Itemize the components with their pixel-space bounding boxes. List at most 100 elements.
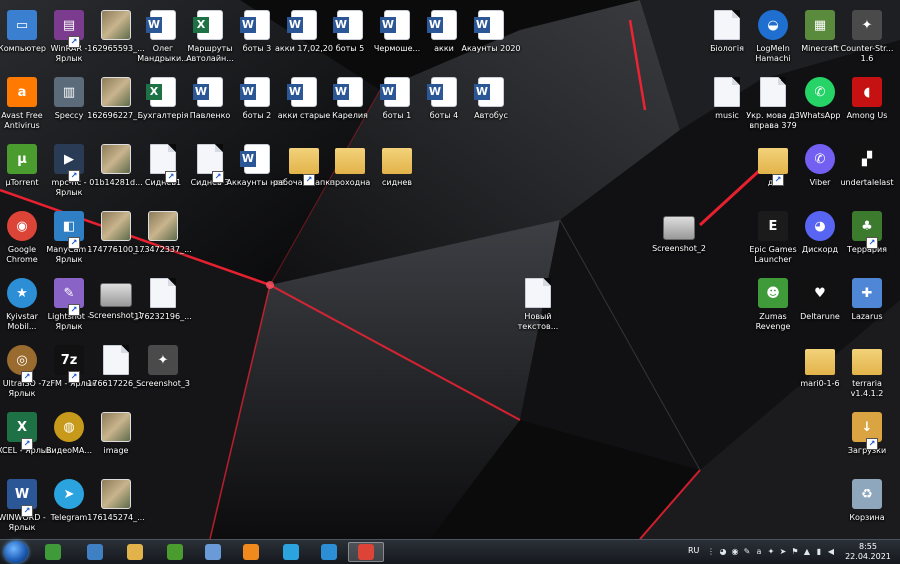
zuma-icon: ☻ xyxy=(758,278,788,308)
shortcut-arrow-icon: ↗ xyxy=(303,174,315,186)
desktop-icon-among-us[interactable]: ◖ Among Us xyxy=(836,73,898,137)
zuma-taskbar-icon[interactable] xyxy=(38,542,68,562)
tray-feather-icon[interactable]: ✦ xyxy=(766,547,776,557)
desktop-icon-label: Counter-Str... 1.6 xyxy=(840,44,894,63)
tray-discord-icon[interactable]: ◕ xyxy=(718,547,728,557)
desktop-icon-террария[interactable]: ♣ ↗ Террария xyxy=(836,207,898,271)
photo-icon xyxy=(101,412,131,442)
word-icon xyxy=(146,10,176,40)
photo-icon xyxy=(101,144,131,174)
desktop-icon-terraria-v1-4-1-2[interactable]: terraria v1.4.1.2 xyxy=(836,341,898,405)
word-icon xyxy=(240,144,270,174)
folder-icon: ↗ xyxy=(289,148,319,186)
desktop-icon-label: Among Us xyxy=(846,111,888,120)
media-player-glyph-icon xyxy=(243,544,259,560)
discord-icon: ◕ xyxy=(805,211,835,241)
paint-glyph-icon xyxy=(87,544,103,560)
desktop-icon-176145274[interactable]: 176145274_... xyxy=(85,475,147,539)
desktop-icon-автобус[interactable]: Автобус xyxy=(460,73,522,137)
desktop-icon-screenshot-3[interactable]: ✦ Screenshot_3 xyxy=(132,341,194,405)
system-clock[interactable]: 8:55 22.04.2021 xyxy=(840,542,896,562)
clock-date: 22.04.2021 xyxy=(845,552,891,561)
word-icon xyxy=(240,10,270,40)
start-button[interactable] xyxy=(4,541,28,563)
screen-icon xyxy=(100,283,132,307)
clock-time: 8:55 xyxy=(859,542,877,551)
tray-arrow-icon[interactable]: ▲ xyxy=(802,547,812,557)
recycle-icon: ♻ xyxy=(852,479,882,509)
desktop-icon-label: 173472337_... xyxy=(134,245,192,254)
word-icon xyxy=(380,10,410,40)
desktop-icon-label: Screenshot_3 xyxy=(136,379,190,388)
computer-icon: ▭ xyxy=(7,10,37,40)
cs-icon: ✦ xyxy=(148,345,178,375)
tray-telegram-icon[interactable]: ➤ xyxy=(778,547,788,557)
desktop-icon-lazarus[interactable]: ✚ Lazarus xyxy=(836,274,898,338)
shortcut-arrow-icon: ↗ xyxy=(68,170,80,182)
utorrent-icon: µ xyxy=(7,144,37,174)
shortcut-arrow-icon: ↗ xyxy=(866,438,878,450)
kyivstar-taskbar-icon[interactable] xyxy=(314,542,344,562)
sevenzip-icon: 7z ↗ xyxy=(54,345,84,383)
desktop-icon-label: Акаунты 2020 xyxy=(461,44,521,53)
word-icon xyxy=(380,77,410,107)
language-indicator[interactable]: RU xyxy=(688,546,699,555)
desktop-icon-загрузки[interactable]: ↓ ↗ Загрузки xyxy=(836,408,898,472)
desktop-icon-counter-str-1-6[interactable]: ✦ Counter-Str... 1.6 xyxy=(836,6,898,70)
desktop-icon-label: undertalelast xyxy=(840,178,894,187)
desktop-icon-176232196[interactable]: 176232196_... xyxy=(132,274,194,338)
tray-volume-icon[interactable]: ◀ xyxy=(826,547,836,557)
tray-hidden-icon-1[interactable]: ⋮ xyxy=(706,547,716,557)
undertale-icon: ▞ xyxy=(852,144,882,174)
folder-icon xyxy=(805,349,835,375)
zuma-glyph-icon xyxy=(45,544,61,560)
tray-chrome-icon[interactable]: ◉ xyxy=(730,547,740,557)
media-player-taskbar-icon[interactable] xyxy=(236,542,266,562)
paint-taskbar-icon[interactable] xyxy=(80,542,110,562)
word-icon xyxy=(474,10,504,40)
desktop-icon-undertalelast[interactable]: ▞ undertalelast xyxy=(836,140,898,204)
utorrent-taskbar-icon[interactable] xyxy=(160,542,190,562)
desktop-icon-label: Автобус xyxy=(474,111,508,120)
word-icon xyxy=(333,77,363,107)
shortcut-arrow-icon: ↗ xyxy=(772,174,784,186)
folder-icon xyxy=(382,148,412,174)
desktop-icon-label: 176232196_... xyxy=(134,312,192,321)
desktop-icon-акаунты-2020[interactable]: Акаунты 2020 xyxy=(460,6,522,70)
epic-icon: E xyxy=(758,211,788,241)
tray-flag-icon[interactable]: ⚑ xyxy=(790,547,800,557)
excelapp-icon: X ↗ xyxy=(7,412,37,450)
desktop-icon-label: image xyxy=(103,446,129,455)
shortcut-arrow-icon: ↗ xyxy=(68,371,80,383)
shortcut-arrow-icon: ↗ xyxy=(165,171,177,183)
taskbar: RU ⋮ ◕ ◉ ✎ a ✦ ➤ ⚑ ▲ ▮ ◀ 8:55 22.04.2021 xyxy=(0,539,900,564)
amongus-icon: ◖ xyxy=(852,77,882,107)
tray-avast-icon[interactable]: a xyxy=(754,547,764,557)
desktop-icon-label: terraria v1.4.1.2 xyxy=(850,379,884,398)
word-icon xyxy=(333,10,363,40)
desktop-icon-screenshot-2[interactable]: Screenshot_2 xyxy=(648,207,710,271)
desktop-icon-173472337[interactable]: 173472337_... xyxy=(132,207,194,271)
viber-icon: ✆ xyxy=(805,144,835,174)
tray-network-icon[interactable]: ▮ xyxy=(814,547,824,557)
photo-icon xyxy=(101,479,131,509)
photo-icon xyxy=(101,77,131,107)
ultraiso-icon: ◎ ↗ xyxy=(7,345,37,383)
telegram-taskbar-icon[interactable] xyxy=(276,542,306,562)
notepad-taskbar-icon[interactable] xyxy=(198,542,228,562)
tray-lightshot-icon[interactable]: ✎ xyxy=(742,547,752,557)
photo-icon xyxy=(101,211,131,241)
shortcut-arrow-icon: ↗ xyxy=(68,36,80,48)
desktop-icon-сиднев[interactable]: сиднев xyxy=(366,140,428,204)
minecraft-icon: ▦ xyxy=(805,10,835,40)
chrome-taskbar-icon[interactable] xyxy=(348,542,384,562)
lightshot-icon: ✎ ↗ xyxy=(54,278,84,316)
desktop-icon-корзина[interactable]: ♻ Корзина xyxy=(836,475,898,539)
word-icon xyxy=(427,77,457,107)
desktop-icon-новый-текстов[interactable]: Новый текстов... xyxy=(507,274,569,338)
word-icon xyxy=(287,77,317,107)
kyivstar-glyph-icon xyxy=(321,544,337,560)
chrome-glyph-icon xyxy=(358,544,374,560)
explorer-taskbar-icon[interactable] xyxy=(120,542,150,562)
desktop-icon-image[interactable]: image xyxy=(85,408,147,472)
